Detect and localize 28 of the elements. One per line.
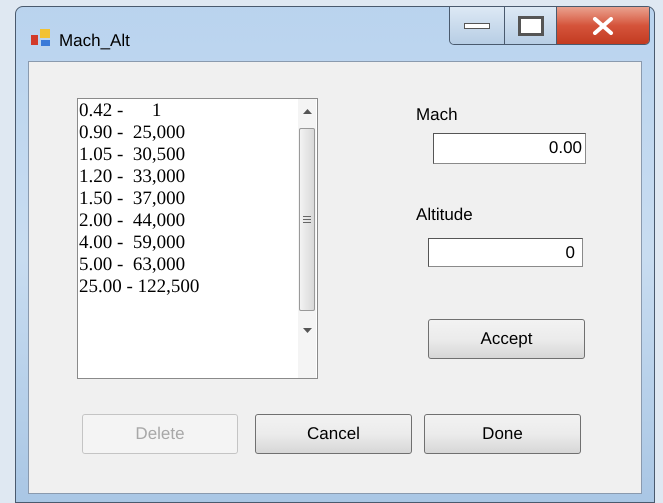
list-item[interactable]: 1.20 - 33,000 [78,166,298,188]
list-item[interactable]: 1.50 - 37,000 [78,188,298,210]
mach-field[interactable]: 0.00 [433,132,586,164]
close-button[interactable] [557,7,649,44]
grip-icon [303,216,311,223]
accept-button[interactable]: Accept [428,319,585,359]
scroll-up-icon [302,109,312,114]
scroll-thumb[interactable] [299,128,315,311]
cancel-button[interactable]: Cancel [255,414,412,454]
mach-label: Mach [416,104,459,126]
scroll-bar[interactable] [298,99,316,378]
list-item[interactable]: 1.05 - 30,500 [78,144,298,166]
scroll-down-icon [302,328,312,333]
app-icon [31,29,51,47]
minimize-button[interactable] [450,7,505,44]
list-item[interactable]: 0.42 - 1 [78,100,298,122]
list-item[interactable]: 4.00 - 59,000 [78,232,298,254]
window-title: Mach_Alt [59,30,130,52]
altitude-label: Altitude [416,204,474,226]
maximize-button[interactable] [505,7,557,44]
close-icon [592,16,614,34]
list-item[interactable]: 5.00 - 63,000 [78,254,298,276]
altitude-field[interactable]: 0 [428,238,583,267]
list-item[interactable]: 0.90 - 25,000 [78,122,298,144]
list-item[interactable]: 25.00 - 122,500 [78,276,298,298]
list-item[interactable]: 2.00 - 44,000 [78,210,298,232]
list-box[interactable]: 0.42 - 1 0.90 - 25,000 1.05 - 30,500 1.20 - 33,000 1.50 - 37,000 2.00 - 44,000 4.00 - 59,000 5.00 - 63,000 25.00 - 122,500 [77,98,318,379]
done-button[interactable]: Done [424,414,581,454]
